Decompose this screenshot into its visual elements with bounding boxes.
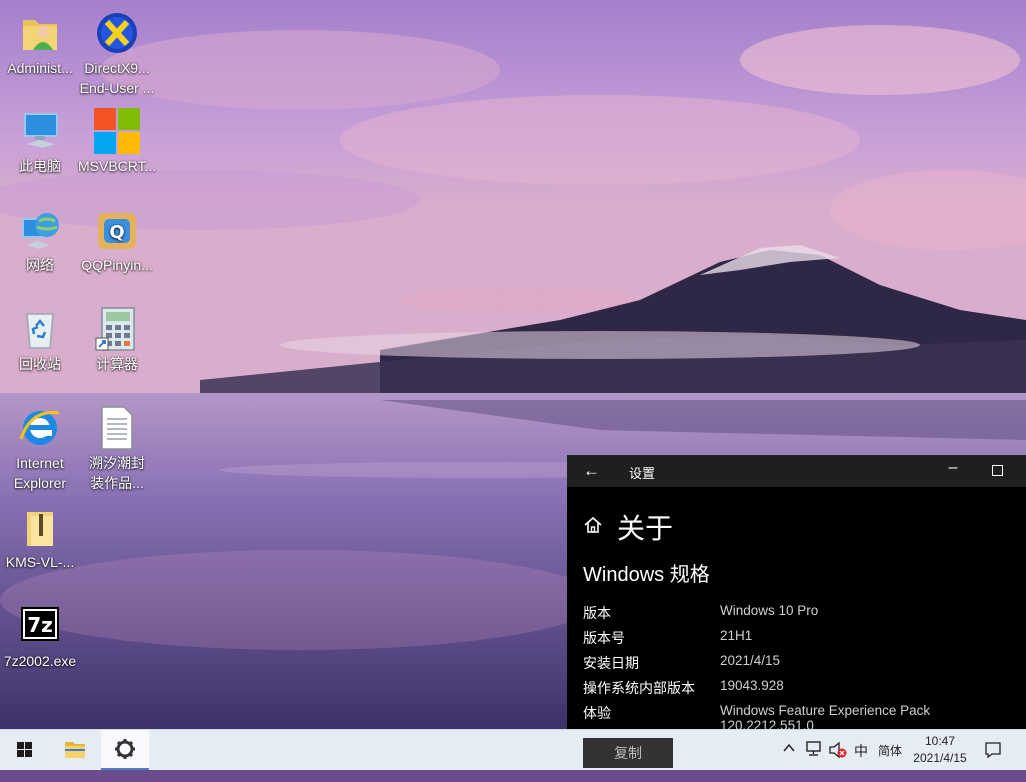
spec-key: 操作系统内部版本 bbox=[583, 680, 695, 696]
spec-row-os-build: 操作系统内部版本 19043.928 bbox=[583, 678, 1023, 700]
spec-value[interactable]: Windows 10 Pro bbox=[720, 603, 818, 618]
maximize-icon[interactable] bbox=[992, 465, 1003, 476]
computer-icon bbox=[17, 108, 63, 154]
desktop-icon-qqpinyin[interactable]: Q QQPinyin... bbox=[78, 207, 156, 275]
spec-key: 安装日期 bbox=[583, 655, 639, 671]
qq-pinyin-icon: Q bbox=[94, 207, 140, 253]
spec-row-edition: 版本 Windows 10 Pro bbox=[583, 603, 1023, 625]
desktop-icon-text-document[interactable]: 溯汐潮封 装作品... bbox=[78, 405, 156, 493]
7zip-icon: 7z bbox=[17, 603, 63, 649]
gear-icon bbox=[115, 739, 135, 759]
desktop-icon-kms-vl[interactable]: KMS-VL-... bbox=[1, 504, 79, 572]
window-title: 设置 bbox=[629, 466, 656, 481]
desktop-icon-7z2002[interactable]: 7z 7z2002.exe bbox=[1, 603, 79, 671]
taskbar-file-explorer[interactable] bbox=[51, 730, 99, 770]
spec-value[interactable]: 2021/4/15 bbox=[720, 653, 780, 668]
back-arrow-icon[interactable]: ← bbox=[583, 461, 600, 481]
taskbar-clock[interactable]: 10:47 2021/4/15 bbox=[910, 733, 970, 767]
taskbar-settings[interactable] bbox=[101, 730, 149, 770]
recycle-bin-icon bbox=[17, 306, 63, 352]
calculator-icon bbox=[94, 306, 140, 352]
spec-row-install-date: 安装日期 2021/4/15 bbox=[583, 653, 1023, 675]
volume-muted-icon[interactable] bbox=[828, 741, 848, 781]
windows-logo-icon bbox=[17, 742, 32, 757]
spec-key: 版本号 bbox=[583, 630, 625, 646]
spec-value[interactable]: 21H1 bbox=[720, 628, 752, 643]
taskbar: 复制 中 简体 10:47 2021/4/15 bbox=[0, 729, 1026, 770]
settings-window: ← 设置 – 关于 Windows 规格 版本 Windows 10 Pro 版… bbox=[567, 455, 1026, 729]
internet-explorer-icon bbox=[17, 405, 63, 451]
windows-color-logo-icon bbox=[94, 108, 140, 154]
folder-icon bbox=[65, 742, 85, 758]
spec-row-version: 版本号 21H1 bbox=[583, 628, 1023, 650]
page-title: 关于 bbox=[617, 513, 674, 544]
clock-time: 10:47 bbox=[924, 734, 956, 748]
spec-key: 体验 bbox=[583, 705, 611, 721]
desktop-icon-this-pc[interactable]: 此电脑 bbox=[1, 108, 79, 176]
network-icon[interactable] bbox=[805, 741, 823, 781]
desktop-icon-internet-explorer[interactable]: Internet Explorer bbox=[1, 405, 79, 493]
desktop-icon-directx[interactable]: DirectX9... End-User ... bbox=[78, 10, 156, 98]
copy-button[interactable]: 复制 bbox=[583, 738, 673, 768]
text-document-icon bbox=[94, 405, 140, 451]
home-icon bbox=[583, 515, 603, 540]
user-folder-icon bbox=[17, 10, 63, 56]
desktop-icon-msvbcrt[interactable]: MSVBCRT... bbox=[78, 108, 156, 176]
desktop-icon-recycle-bin[interactable]: 回收站 bbox=[1, 306, 79, 374]
start-button[interactable] bbox=[0, 730, 48, 770]
ime-language[interactable]: 中 bbox=[854, 741, 868, 781]
ime-mode[interactable]: 简体 bbox=[878, 742, 902, 782]
action-center-icon[interactable] bbox=[984, 741, 1002, 781]
chevron-up-icon[interactable] bbox=[781, 740, 797, 780]
desktop-icon-administrator[interactable]: Administ... bbox=[1, 10, 79, 78]
spec-value[interactable]: 19043.928 bbox=[720, 678, 784, 693]
settings-titlebar[interactable]: ← 设置 – bbox=[567, 455, 1026, 487]
spec-value[interactable]: Windows Feature Experience Pack 120.2212… bbox=[720, 703, 1023, 729]
minimize-icon[interactable]: – bbox=[943, 459, 963, 477]
zip-folder-icon bbox=[17, 504, 63, 550]
section-title: Windows 规格 bbox=[583, 564, 710, 586]
desktop-icon-calculator[interactable]: 计算器 bbox=[78, 306, 156, 374]
svg-text:Q: Q bbox=[109, 222, 124, 243]
network-globe-icon bbox=[17, 207, 63, 253]
spec-key: 版本 bbox=[583, 605, 611, 621]
desktop-icon-network[interactable]: 网络 bbox=[1, 207, 79, 275]
svg-text:7z: 7z bbox=[27, 613, 53, 637]
directx-icon bbox=[94, 10, 140, 56]
clock-date: 2021/4/15 bbox=[913, 751, 967, 765]
spec-row-experience: 体验 Windows Feature Experience Pack 120.2… bbox=[583, 703, 1023, 729]
